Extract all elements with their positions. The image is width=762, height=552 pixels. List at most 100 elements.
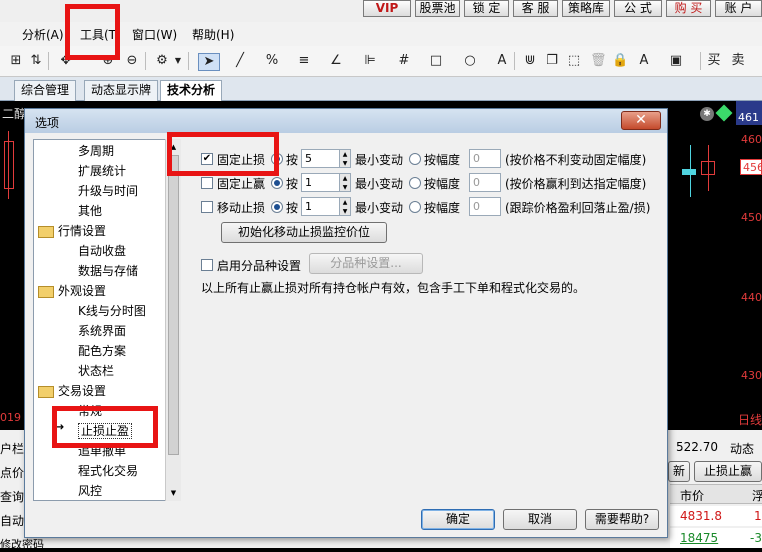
service-button[interactable]: 客 服	[513, 0, 558, 17]
line-tool-icon[interactable]: ╱	[232, 53, 248, 69]
crosshair-icon[interactable]: ⊞	[8, 53, 24, 69]
sell-icon[interactable]: 卖	[730, 53, 746, 69]
menu-window[interactable]: 窗口(W)	[132, 26, 177, 43]
diamond-icon[interactable]	[715, 104, 733, 122]
stepper[interactable]: ▲ ▼	[339, 173, 351, 192]
buy-service-button[interactable]: 购 买	[666, 0, 711, 17]
menu-analysis[interactable]: 分析(A)	[22, 26, 64, 43]
divider	[514, 52, 515, 70]
float-cell: -3	[750, 531, 762, 545]
menu-help[interactable]: 帮助(H)	[192, 26, 234, 43]
tab-technical-analysis[interactable]: 技术分析	[160, 80, 223, 102]
stepper[interactable]: ▲ ▼	[339, 197, 351, 216]
tree-item[interactable]: 风控	[78, 482, 102, 499]
account-button[interactable]: 账 户	[715, 0, 762, 17]
text-tool-icon[interactable]: A	[494, 53, 510, 69]
radio-label: 最小变动	[355, 177, 404, 191]
panel-label[interactable]: 点价	[0, 464, 24, 481]
new-button[interactable]: 新	[668, 461, 690, 482]
trash-icon[interactable]: 🗑	[590, 53, 607, 69]
tab-dynamic-board[interactable]: 动态显示牌	[84, 80, 159, 102]
fixed-take-profit-checkbox[interactable]	[201, 177, 213, 189]
tree-scrollbar[interactable]: ▲ ▼	[165, 139, 181, 501]
dialog-titlebar[interactable]: 选项 ✕	[25, 109, 667, 133]
chart-switch-icon[interactable]: ⇅	[28, 53, 44, 69]
help-button[interactable]: 需要帮助?	[585, 509, 659, 530]
tree-item[interactable]: 外观设置	[38, 282, 106, 299]
tree-item[interactable]: 多周期	[78, 142, 114, 159]
table-row[interactable]: 18475 -3	[670, 528, 762, 548]
divider	[48, 52, 49, 70]
radio-by-percent[interactable]	[409, 153, 421, 165]
ok-button[interactable]: 确定	[421, 509, 495, 530]
tree-item[interactable]: 配色方案	[78, 342, 126, 359]
select-area-icon[interactable]: ⬚	[566, 53, 582, 69]
tab-overview[interactable]: 综合管理	[14, 80, 77, 102]
magnet-icon[interactable]: ⋓	[522, 53, 538, 69]
radio-label: 按幅度	[424, 201, 461, 215]
radio-by-value[interactable]	[271, 177, 283, 189]
chevron-down-icon[interactable]: ▼	[170, 53, 186, 69]
save-icon[interactable]: ▣	[668, 53, 684, 69]
percent-input[interactable]: 0	[469, 173, 501, 192]
panel-label[interactable]: 自动	[0, 512, 24, 529]
tree-item[interactable]: 行情设置	[38, 222, 106, 239]
tree-item[interactable]: 交易设置	[38, 382, 106, 399]
stepper[interactable]: ▲ ▼	[339, 149, 351, 168]
tree-item[interactable]: 数据与存储	[78, 262, 138, 279]
radio-label: 按幅度	[424, 177, 461, 191]
divider	[145, 52, 146, 70]
copy-icon[interactable]: ❐	[544, 53, 560, 69]
highlight-box	[167, 132, 279, 176]
buy-icon[interactable]: 买	[706, 53, 722, 69]
gear-icon[interactable]: ✱	[700, 107, 714, 121]
tree-item[interactable]: 程式化交易	[78, 462, 138, 479]
radio-label: 最小变动	[355, 153, 404, 167]
vip-button[interactable]: VIP	[363, 0, 411, 17]
radio-by-value[interactable]	[271, 201, 283, 213]
tree-item[interactable]: 扩展统计	[78, 162, 126, 179]
variety-settings-button[interactable]: 分品种设置...	[309, 253, 423, 274]
pointer-icon[interactable]: ➤	[198, 53, 220, 71]
font-color-icon[interactable]: A	[636, 53, 652, 69]
trailing-stop-checkbox[interactable]	[201, 201, 213, 213]
parallel-tool-icon[interactable]: ⊫	[362, 53, 378, 69]
circle-tool-icon[interactable]: ○	[462, 53, 478, 69]
lock-button[interactable]: 锁 定	[464, 0, 509, 17]
percent-input[interactable]: 0	[469, 149, 501, 168]
table-row[interactable]: 4831.8 1	[670, 506, 762, 526]
stop-loss-button[interactable]: 止损止赢	[694, 461, 762, 482]
checkbox-label: 启用分品种设置	[217, 259, 302, 273]
angle-tool-icon[interactable]: ∠	[328, 53, 344, 69]
per-variety-checkbox[interactable]	[201, 259, 213, 271]
init-trailing-button[interactable]: 初始化移动止损监控价位	[221, 222, 387, 243]
strategy-button[interactable]: 策略库	[562, 0, 610, 17]
percent-tool-icon[interactable]: %	[264, 53, 280, 69]
radio-by-percent[interactable]	[409, 201, 421, 213]
cancel-button[interactable]: 取消	[503, 509, 577, 530]
tree-item[interactable]: 系统界面	[78, 322, 126, 339]
info-note: 以上所有止赢止损对所有持仓帐户有效，包含手工下单和程式化交易的。	[201, 281, 586, 295]
scroll-down-icon[interactable]: ▼	[168, 489, 179, 497]
tree-item[interactable]: 状态栏	[78, 362, 114, 379]
folder-icon	[38, 225, 54, 238]
panel-label[interactable]: 修改密码	[0, 536, 44, 552]
scroll-thumb[interactable]	[168, 155, 179, 455]
gear-icon[interactable]: ⚙	[154, 53, 170, 69]
fib-tool-icon[interactable]: ≡	[296, 53, 312, 69]
tree-item[interactable]: 升级与时间	[78, 182, 138, 199]
grid-tool-icon[interactable]: #	[396, 53, 412, 69]
close-button[interactable]: ✕	[621, 111, 661, 130]
tree-item[interactable]: 自动收盘	[78, 242, 126, 259]
panel-label[interactable]: 查询	[0, 488, 24, 505]
stock-pool-button[interactable]: 股票池	[415, 0, 460, 17]
radio-by-percent[interactable]	[409, 177, 421, 189]
zoom-out-icon[interactable]: ⊖	[124, 53, 140, 69]
tree-item[interactable]: 其他	[78, 202, 102, 219]
folder-icon	[38, 285, 54, 298]
percent-input[interactable]: 0	[469, 197, 501, 216]
tree-item[interactable]: K线与分时图	[78, 302, 146, 319]
lock-icon[interactable]: 🔒	[612, 53, 628, 69]
formula-button[interactable]: 公 式	[614, 0, 662, 17]
rectangle-tool-icon[interactable]: □	[428, 53, 444, 69]
